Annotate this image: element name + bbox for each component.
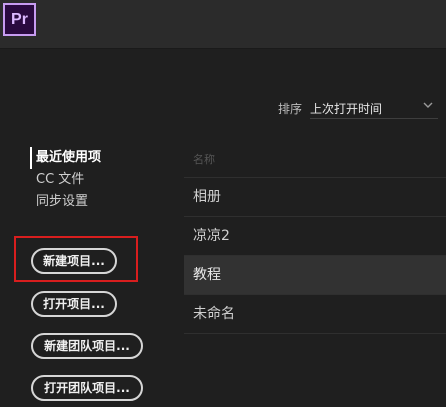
sort-dropdown[interactable]: 上次打开时间 — [310, 95, 438, 119]
premiere-pro-logo: Pr — [3, 3, 36, 36]
sort-control: 排序 上次打开时间 — [278, 95, 442, 121]
new-team-project-button[interactable]: 新建团队项目... — [31, 333, 143, 359]
list-item[interactable]: 教程 — [184, 256, 446, 295]
nav-item-cc-files[interactable]: CC 文件 — [30, 169, 101, 191]
list-item[interactable]: 凉凉2 — [184, 217, 446, 256]
recent-projects-list: 名称 相册 凉凉2 教程 未命名 — [184, 143, 446, 334]
nav-item-sync-settings[interactable]: 同步设置 — [30, 191, 101, 213]
open-project-button[interactable]: 打开项目... — [31, 291, 117, 317]
sort-value: 上次打开时间 — [310, 102, 383, 116]
sidebar-nav: 最近使用项 CC 文件 同步设置 — [30, 147, 101, 213]
nav-item-recent[interactable]: 最近使用项 — [30, 147, 101, 169]
title-bar: Pr — [0, 0, 446, 49]
list-item[interactable]: 未命名 — [184, 295, 446, 334]
list-item[interactable]: 相册 — [184, 178, 446, 217]
chevron-down-icon — [423, 102, 433, 108]
new-project-button[interactable]: 新建项目... — [31, 248, 117, 274]
list-header-name[interactable]: 名称 — [184, 143, 446, 178]
sort-label: 排序 — [278, 102, 303, 116]
open-team-project-button[interactable]: 打开团队项目... — [31, 375, 143, 401]
